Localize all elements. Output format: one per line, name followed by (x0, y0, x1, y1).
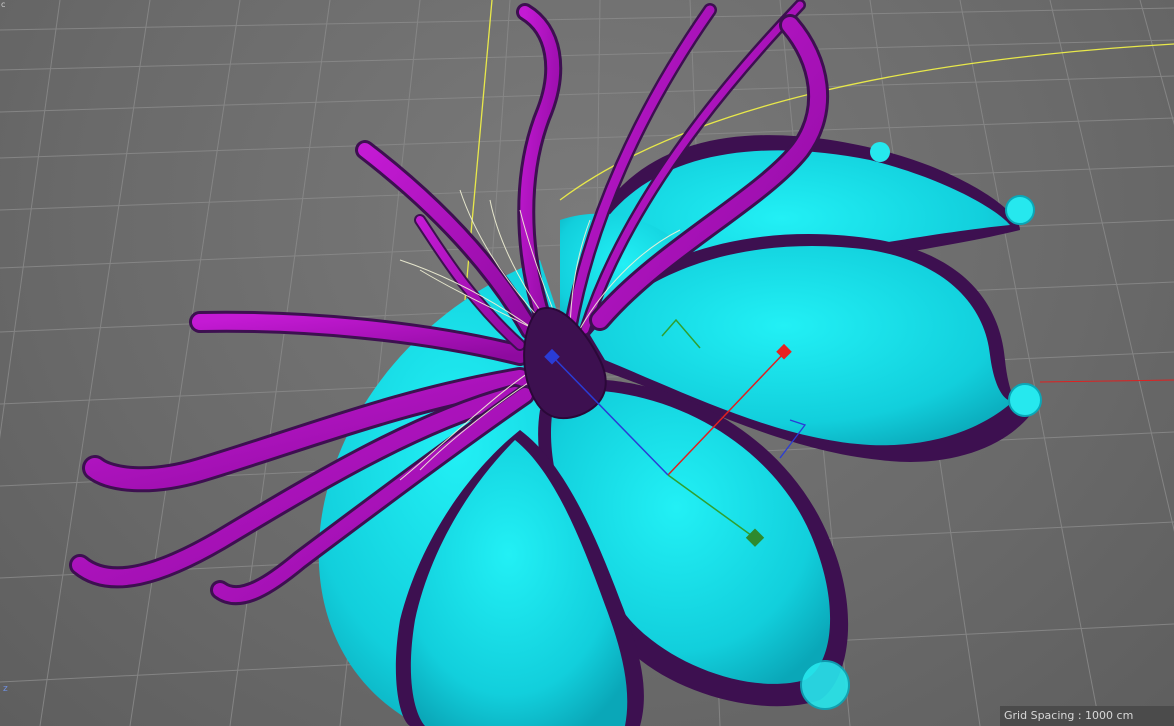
3d-viewport[interactable]: c z Grid Spacing : 1000 cm (0, 0, 1174, 726)
flower-scene[interactable] (0, 0, 1174, 726)
grid-spacing-status: Grid Spacing : 1000 cm (1000, 706, 1174, 726)
viewport-corner-marker: c (1, 0, 6, 9)
axis-indicator-label: z (3, 684, 8, 694)
